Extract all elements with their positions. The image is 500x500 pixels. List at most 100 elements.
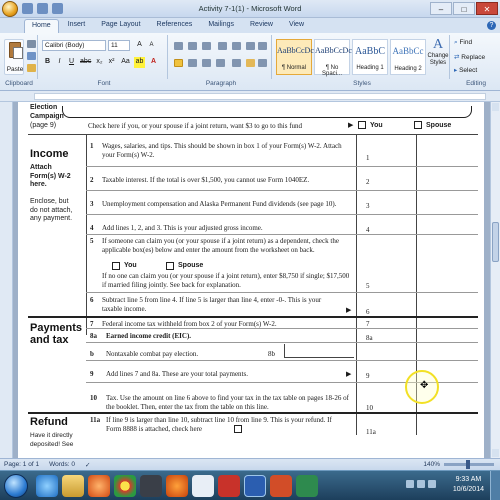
dependent-spouse-checkbox[interactable]: [166, 262, 174, 270]
line-number: b: [90, 350, 94, 358]
bold-button[interactable]: B: [42, 57, 53, 68]
clock[interactable]: 9:33 AM 10/6/2014: [453, 475, 484, 495]
internet-explorer-icon[interactable]: [36, 475, 58, 497]
tray-icon[interactable]: [406, 480, 414, 488]
app-icon[interactable]: [140, 475, 162, 497]
election-campaign-page: (page 9): [30, 122, 57, 129]
shrink-font-icon[interactable]: A: [146, 40, 157, 51]
strikethrough-button[interactable]: abc: [80, 57, 91, 68]
horizontal-ruler[interactable]: [0, 91, 500, 102]
app-icon[interactable]: [296, 475, 318, 497]
increase-indent-icon[interactable]: [232, 42, 241, 50]
replace-button[interactable]: ⇄ Replace: [454, 53, 485, 61]
sort-icon[interactable]: [246, 42, 255, 50]
media-player-icon[interactable]: [88, 475, 110, 497]
style-no-spacing[interactable]: AaBbCcDc ¶ No Spaci...: [314, 39, 352, 77]
replace-icon: ⇄: [454, 54, 460, 61]
justify-icon[interactable]: [216, 59, 225, 67]
line-number: 6: [90, 296, 94, 304]
election-you-checkbox[interactable]: [358, 121, 366, 129]
style-heading-2[interactable]: AaBbCc Heading 2: [390, 39, 426, 75]
font-color-icon[interactable]: A: [148, 57, 159, 68]
change-case-button[interactable]: Aa: [120, 57, 131, 68]
show-desktop-button[interactable]: [490, 471, 500, 500]
numbering-icon[interactable]: [188, 42, 197, 50]
italic-button[interactable]: I: [54, 57, 65, 68]
tab-references[interactable]: References: [150, 19, 200, 33]
zoom-level[interactable]: 140%: [423, 461, 440, 468]
scroll-up-arrow[interactable]: [492, 103, 499, 111]
firefox-icon[interactable]: [166, 475, 188, 497]
grow-font-icon[interactable]: A: [134, 40, 145, 51]
close-button[interactable]: ✕: [476, 2, 498, 15]
scroll-thumb[interactable]: [492, 222, 499, 262]
line-7-ref: 7: [366, 320, 370, 328]
election-spouse-checkbox[interactable]: [414, 121, 422, 129]
tab-insert[interactable]: Insert: [61, 19, 93, 33]
tab-review[interactable]: Review: [243, 19, 280, 33]
tab-home[interactable]: Home: [24, 19, 59, 33]
paragraph-label: Paragraph: [205, 80, 237, 87]
format-painter-icon[interactable]: [27, 64, 36, 72]
arrow-icon: ▶: [346, 306, 352, 314]
superscript-button[interactable]: x²: [106, 57, 117, 68]
find-button[interactable]: ⌕ Find: [454, 39, 472, 47]
vertical-ruler[interactable]: [0, 102, 13, 458]
style-normal[interactable]: AaBbCcDc ¶ Normal: [276, 39, 314, 75]
change-styles-button[interactable]: A Change Styles: [426, 37, 450, 77]
line-spacing-icon[interactable]: [232, 59, 241, 67]
font-group: Calibri (Body) 11 A A B I U abc x₂ x² Aa…: [40, 35, 168, 79]
line-8b-field[interactable]: [284, 344, 354, 358]
line-3-text: Unemployment compensation and Alaska Per…: [102, 200, 337, 208]
decrease-indent-icon[interactable]: [218, 42, 227, 50]
line-9-ref: 9: [366, 372, 370, 380]
vertical-scrollbar[interactable]: [490, 102, 500, 458]
subscript-button[interactable]: x₂: [94, 57, 105, 68]
tab-view[interactable]: View: [282, 19, 311, 33]
show-marks-icon[interactable]: [258, 42, 267, 50]
borders-icon[interactable]: [258, 59, 267, 67]
scroll-down-arrow[interactable]: [492, 449, 499, 457]
page-count[interactable]: Page: 1 of 1: [4, 461, 39, 469]
underline-button[interactable]: U: [66, 57, 77, 68]
taskbar: 9:33 AM 10/6/2014: [0, 470, 500, 500]
highlight-icon[interactable]: ab: [134, 57, 145, 68]
help-icon[interactable]: ?: [487, 21, 496, 30]
word-icon[interactable]: [244, 475, 266, 497]
document-page[interactable]: Election Campaign (page 9) Check here if…: [18, 102, 484, 458]
align-left-icon[interactable]: [174, 59, 183, 67]
align-right-icon[interactable]: [202, 59, 211, 67]
line-4-text: Add lines 1, 2, and 3. This is your adju…: [102, 224, 263, 232]
align-center-icon[interactable]: [188, 59, 197, 67]
minimize-button[interactable]: –: [430, 2, 452, 15]
app-icon[interactable]: [192, 475, 214, 497]
chrome-icon[interactable]: [114, 475, 136, 497]
font-family-select[interactable]: Calibri (Body): [42, 40, 106, 51]
powerpoint-icon[interactable]: [270, 475, 292, 497]
network-icon[interactable]: [417, 480, 425, 488]
tab-page-layout[interactable]: Page Layout: [94, 19, 147, 33]
title-bar: Activity 7-1(1) - Microsoft Word – □ ✕: [0, 0, 500, 18]
style-heading-1[interactable]: AaBbC Heading 1: [352, 39, 388, 75]
acrobat-icon[interactable]: [218, 475, 240, 497]
bullets-icon[interactable]: [174, 42, 183, 50]
tab-mailings[interactable]: Mailings: [201, 19, 241, 33]
select-button[interactable]: ▸ Select: [454, 66, 477, 74]
font-size-select[interactable]: 11: [108, 40, 130, 51]
multilevel-list-icon[interactable]: [202, 42, 211, 50]
start-button[interactable]: [4, 474, 28, 498]
volume-icon[interactable]: [428, 480, 436, 488]
document-area[interactable]: Election Campaign (page 9) Check here if…: [0, 102, 490, 458]
copy-icon[interactable]: [27, 52, 36, 60]
paste-button[interactable]: Paste: [4, 39, 24, 75]
proofing-icon[interactable]: ✓: [85, 461, 90, 469]
cut-icon[interactable]: [27, 40, 36, 48]
dependent-you-checkbox[interactable]: [112, 262, 120, 270]
find-icon: ⌕: [454, 39, 458, 46]
form-8888-checkbox[interactable]: [234, 425, 242, 433]
maximize-button[interactable]: □: [453, 2, 475, 15]
word-count[interactable]: Words: 0: [49, 461, 75, 469]
file-explorer-icon[interactable]: [62, 475, 84, 497]
zoom-slider-knob[interactable]: [466, 460, 470, 469]
shading-icon[interactable]: [246, 59, 255, 67]
